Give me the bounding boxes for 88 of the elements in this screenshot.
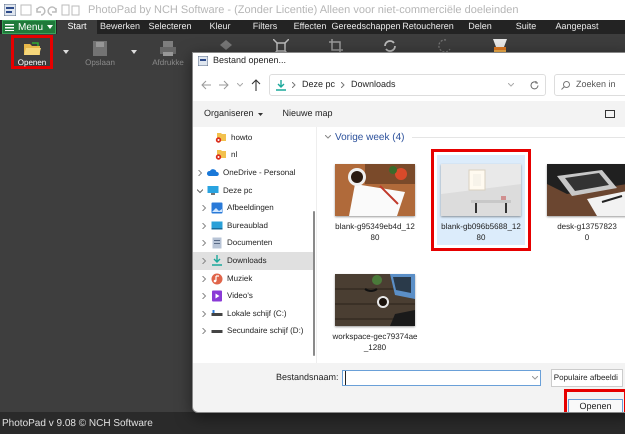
download-icon (276, 80, 286, 90)
music-icon (211, 272, 223, 285)
chevron-right-icon (201, 240, 207, 246)
nav-item[interactable]: nl (193, 146, 313, 164)
tab[interactable]: Effecten (288, 20, 332, 34)
open-button[interactable]: Openen (568, 399, 623, 412)
nav-item[interactable]: Muziek (193, 270, 313, 288)
monitor-icon (207, 184, 219, 197)
file-type-dropdown[interactable]: Populaire afbeeldi (550, 369, 623, 387)
nav-item[interactable]: OneDrive - Personal (193, 164, 313, 182)
toolbar-button[interactable]: Nieuwe map (282, 107, 333, 121)
picture-icon (211, 202, 223, 214)
file-tile[interactable]: blank-gb096b5688_12 80 (431, 149, 531, 251)
caret-icon (258, 112, 263, 116)
nav-item[interactable]: Afbeeldingen (193, 199, 313, 217)
nav-item[interactable]: Video's (193, 287, 313, 305)
chevron-right-icon (201, 276, 207, 282)
group-header[interactable]: Vorige week (4) (335, 130, 404, 144)
search-input[interactable]: Zoeken in (576, 78, 621, 92)
chevron-right-icon (341, 82, 346, 88)
path-segment[interactable]: Downloads (351, 78, 396, 92)
tab[interactable]: Bewerken (98, 20, 142, 34)
filename-field[interactable] (342, 370, 541, 386)
menu-icon (4, 24, 14, 30)
tab[interactable]: Filters (243, 20, 287, 34)
caret-icon (63, 50, 69, 54)
file-name[interactable]: desk-g13757823 0 (557, 221, 617, 243)
up-icon (251, 79, 261, 91)
scrollbar-thumb[interactable] (313, 211, 315, 356)
chevron-down-icon (508, 83, 514, 87)
tab[interactable]: Kleur (198, 20, 242, 34)
chevron-down-icon (237, 83, 243, 87)
quick-access-toolbar-icon (20, 4, 80, 16)
dialog-title: Bestand openen... (213, 54, 286, 68)
app-icon (4, 4, 16, 16)
chevron-right-icon (201, 328, 207, 334)
window-title: PhotoPad by NCH Software - (Zonder Licentie) Alleen voor niet-commerciële doeleinden (88, 2, 518, 18)
tab[interactable]: Aangepast (549, 20, 605, 34)
nav-item[interactable]: Deze pc (193, 182, 313, 200)
field-label: Bestandsnaam: (276, 371, 339, 384)
nav-item[interactable]: Downloads (193, 252, 313, 270)
folder-icon (215, 149, 227, 162)
resize-icon (273, 39, 289, 55)
app-icon (198, 56, 208, 66)
chevron-right-icon (201, 205, 207, 212)
nav-item[interactable]: Documenten (193, 234, 313, 252)
tab[interactable]: Suite (504, 20, 548, 34)
details-pane-icon (605, 110, 615, 118)
rotate-icon (383, 39, 397, 53)
folder-icon (215, 132, 227, 144)
caret-icon (47, 25, 53, 29)
chevron-down-icon (197, 188, 203, 194)
back-icon (201, 80, 211, 90)
forward-icon (219, 80, 229, 90)
path-segment[interactable]: Deze pc (302, 78, 336, 92)
caret-icon (131, 50, 137, 54)
chevron-down-icon (532, 376, 538, 380)
tab[interactable]: Delen (457, 20, 503, 34)
nav-item[interactable]: howto (193, 129, 313, 147)
chevron-right-icon (201, 310, 207, 317)
crop-icon (329, 39, 343, 53)
refresh-icon (530, 80, 539, 90)
menu-button[interactable]: Menu (2, 20, 56, 34)
search-field[interactable]: Zoeken in (554, 74, 625, 96)
nav-item[interactable]: Lokale schijf (C:) (193, 304, 313, 323)
lasso-icon (437, 39, 451, 53)
address-bar[interactable]: Deze pc Downloads (269, 74, 546, 96)
document-icon (211, 237, 223, 250)
tab[interactable]: Start (57, 20, 97, 34)
chevron-right-icon (292, 82, 296, 88)
folder-icon (23, 40, 41, 56)
tab[interactable]: Retoucheren (400, 20, 456, 34)
status-text: PhotoPad v 9.08 © NCH Software (2, 416, 153, 430)
toolbar-button[interactable]: Organiseren (204, 107, 263, 121)
chevron-right-icon (201, 258, 207, 264)
tab[interactable]: Gereedschappen (333, 20, 399, 34)
nav-item[interactable]: Bureaublad (193, 216, 313, 235)
desktop-icon (211, 220, 223, 232)
chevron-right-icon (201, 293, 207, 300)
video-icon (211, 290, 223, 302)
download-icon (211, 254, 223, 267)
cloud-icon (207, 166, 219, 179)
search-icon (561, 80, 570, 90)
nav-item[interactable]: Secundaire schijf (D:) (193, 322, 313, 340)
chevron-right-icon (197, 170, 203, 176)
tab[interactable]: Selecteren (143, 20, 197, 34)
chevron-right-icon (201, 222, 207, 229)
printer-icon (159, 40, 177, 56)
